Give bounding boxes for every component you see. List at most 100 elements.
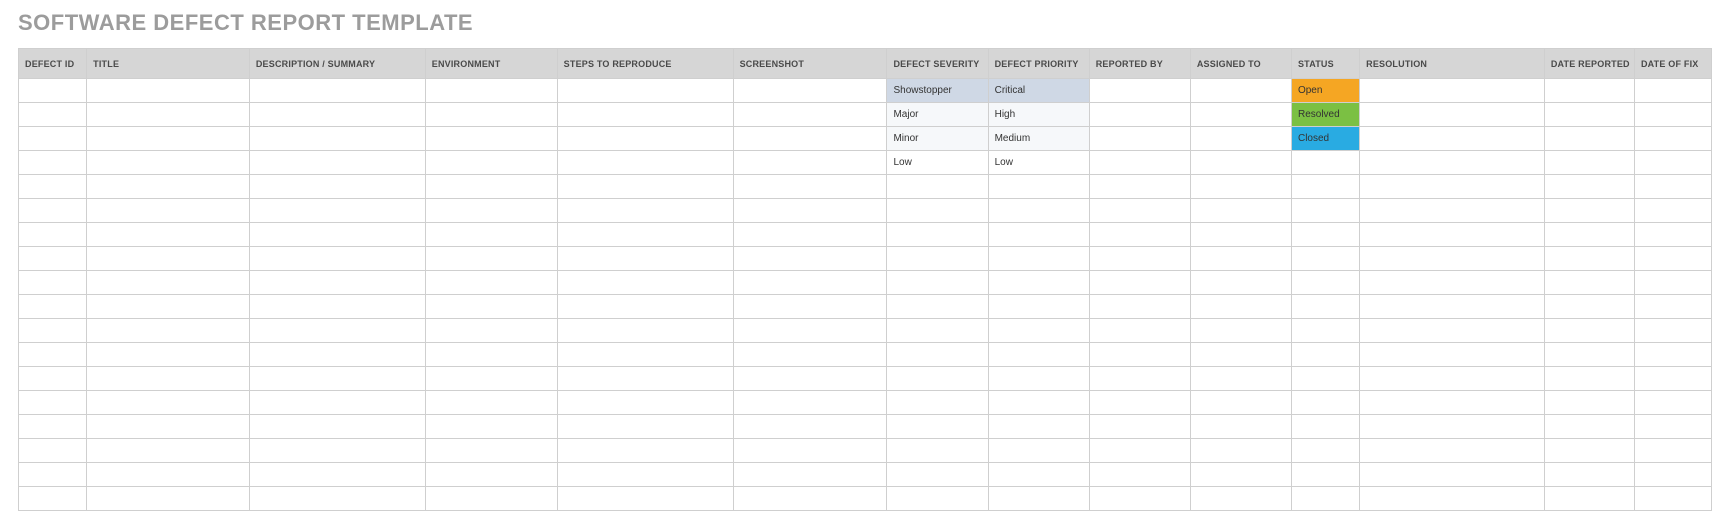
cell-date-of-fix[interactable] bbox=[1634, 175, 1711, 199]
cell-assigned-to[interactable] bbox=[1190, 439, 1291, 463]
cell-environment[interactable] bbox=[425, 439, 557, 463]
cell-description[interactable] bbox=[249, 223, 425, 247]
cell-date-reported[interactable] bbox=[1544, 151, 1634, 175]
cell-steps[interactable] bbox=[557, 271, 733, 295]
cell-defect-id[interactable] bbox=[19, 103, 87, 127]
cell-date-of-fix[interactable] bbox=[1634, 367, 1711, 391]
cell-priority[interactable]: Low bbox=[988, 151, 1089, 175]
cell-reported-by[interactable] bbox=[1089, 367, 1190, 391]
cell-description[interactable] bbox=[249, 319, 425, 343]
cell-description[interactable] bbox=[249, 439, 425, 463]
cell-description[interactable] bbox=[249, 391, 425, 415]
cell-title[interactable] bbox=[87, 79, 250, 103]
cell-title[interactable] bbox=[87, 439, 250, 463]
cell-environment[interactable] bbox=[425, 103, 557, 127]
cell-description[interactable] bbox=[249, 199, 425, 223]
cell-steps[interactable] bbox=[557, 175, 733, 199]
cell-description[interactable] bbox=[249, 295, 425, 319]
cell-defect-id[interactable] bbox=[19, 79, 87, 103]
cell-steps[interactable] bbox=[557, 319, 733, 343]
cell-environment[interactable] bbox=[425, 367, 557, 391]
cell-severity[interactable] bbox=[887, 199, 988, 223]
cell-status[interactable] bbox=[1291, 391, 1359, 415]
cell-screenshot[interactable] bbox=[733, 367, 887, 391]
cell-priority[interactable]: Critical bbox=[988, 79, 1089, 103]
cell-priority[interactable] bbox=[988, 367, 1089, 391]
cell-assigned-to[interactable] bbox=[1190, 151, 1291, 175]
cell-defect-id[interactable] bbox=[19, 343, 87, 367]
cell-defect-id[interactable] bbox=[19, 175, 87, 199]
cell-resolution[interactable] bbox=[1360, 247, 1545, 271]
cell-description[interactable] bbox=[249, 103, 425, 127]
cell-reported-by[interactable] bbox=[1089, 487, 1190, 511]
cell-environment[interactable] bbox=[425, 127, 557, 151]
cell-severity[interactable]: Showstopper bbox=[887, 79, 988, 103]
cell-reported-by[interactable] bbox=[1089, 199, 1190, 223]
cell-description[interactable] bbox=[249, 487, 425, 511]
cell-date-of-fix[interactable] bbox=[1634, 319, 1711, 343]
cell-title[interactable] bbox=[87, 247, 250, 271]
cell-date-of-fix[interactable] bbox=[1634, 343, 1711, 367]
cell-environment[interactable] bbox=[425, 271, 557, 295]
cell-defect-id[interactable] bbox=[19, 415, 87, 439]
cell-screenshot[interactable] bbox=[733, 223, 887, 247]
cell-reported-by[interactable] bbox=[1089, 127, 1190, 151]
cell-defect-id[interactable] bbox=[19, 463, 87, 487]
cell-description[interactable] bbox=[249, 415, 425, 439]
cell-priority[interactable] bbox=[988, 271, 1089, 295]
cell-defect-id[interactable] bbox=[19, 199, 87, 223]
cell-resolution[interactable] bbox=[1360, 271, 1545, 295]
cell-steps[interactable] bbox=[557, 295, 733, 319]
cell-severity[interactable] bbox=[887, 175, 988, 199]
cell-status[interactable] bbox=[1291, 295, 1359, 319]
cell-resolution[interactable] bbox=[1360, 415, 1545, 439]
cell-steps[interactable] bbox=[557, 439, 733, 463]
cell-status[interactable] bbox=[1291, 271, 1359, 295]
cell-status[interactable] bbox=[1291, 199, 1359, 223]
cell-status[interactable] bbox=[1291, 367, 1359, 391]
cell-date-reported[interactable] bbox=[1544, 487, 1634, 511]
cell-title[interactable] bbox=[87, 199, 250, 223]
cell-severity[interactable] bbox=[887, 415, 988, 439]
cell-environment[interactable] bbox=[425, 487, 557, 511]
cell-title[interactable] bbox=[87, 367, 250, 391]
cell-reported-by[interactable] bbox=[1089, 439, 1190, 463]
cell-resolution[interactable] bbox=[1360, 103, 1545, 127]
cell-resolution[interactable] bbox=[1360, 319, 1545, 343]
cell-steps[interactable] bbox=[557, 415, 733, 439]
cell-severity[interactable] bbox=[887, 319, 988, 343]
cell-assigned-to[interactable] bbox=[1190, 463, 1291, 487]
cell-resolution[interactable] bbox=[1360, 487, 1545, 511]
cell-steps[interactable] bbox=[557, 151, 733, 175]
cell-steps[interactable] bbox=[557, 127, 733, 151]
cell-date-reported[interactable] bbox=[1544, 79, 1634, 103]
cell-screenshot[interactable] bbox=[733, 175, 887, 199]
cell-status[interactable] bbox=[1291, 223, 1359, 247]
cell-environment[interactable] bbox=[425, 199, 557, 223]
cell-reported-by[interactable] bbox=[1089, 319, 1190, 343]
cell-priority[interactable] bbox=[988, 463, 1089, 487]
cell-steps[interactable] bbox=[557, 199, 733, 223]
cell-reported-by[interactable] bbox=[1089, 343, 1190, 367]
cell-description[interactable] bbox=[249, 271, 425, 295]
cell-screenshot[interactable] bbox=[733, 271, 887, 295]
cell-date-of-fix[interactable] bbox=[1634, 199, 1711, 223]
cell-title[interactable] bbox=[87, 487, 250, 511]
cell-environment[interactable] bbox=[425, 295, 557, 319]
cell-status[interactable]: Resolved bbox=[1291, 103, 1359, 127]
cell-priority[interactable] bbox=[988, 319, 1089, 343]
cell-reported-by[interactable] bbox=[1089, 79, 1190, 103]
cell-environment[interactable] bbox=[425, 223, 557, 247]
cell-environment[interactable] bbox=[425, 247, 557, 271]
cell-screenshot[interactable] bbox=[733, 247, 887, 271]
cell-reported-by[interactable] bbox=[1089, 271, 1190, 295]
cell-title[interactable] bbox=[87, 223, 250, 247]
cell-severity[interactable]: Major bbox=[887, 103, 988, 127]
cell-resolution[interactable] bbox=[1360, 367, 1545, 391]
cell-title[interactable] bbox=[87, 175, 250, 199]
cell-screenshot[interactable] bbox=[733, 319, 887, 343]
cell-description[interactable] bbox=[249, 463, 425, 487]
cell-screenshot[interactable] bbox=[733, 391, 887, 415]
cell-screenshot[interactable] bbox=[733, 463, 887, 487]
cell-defect-id[interactable] bbox=[19, 391, 87, 415]
